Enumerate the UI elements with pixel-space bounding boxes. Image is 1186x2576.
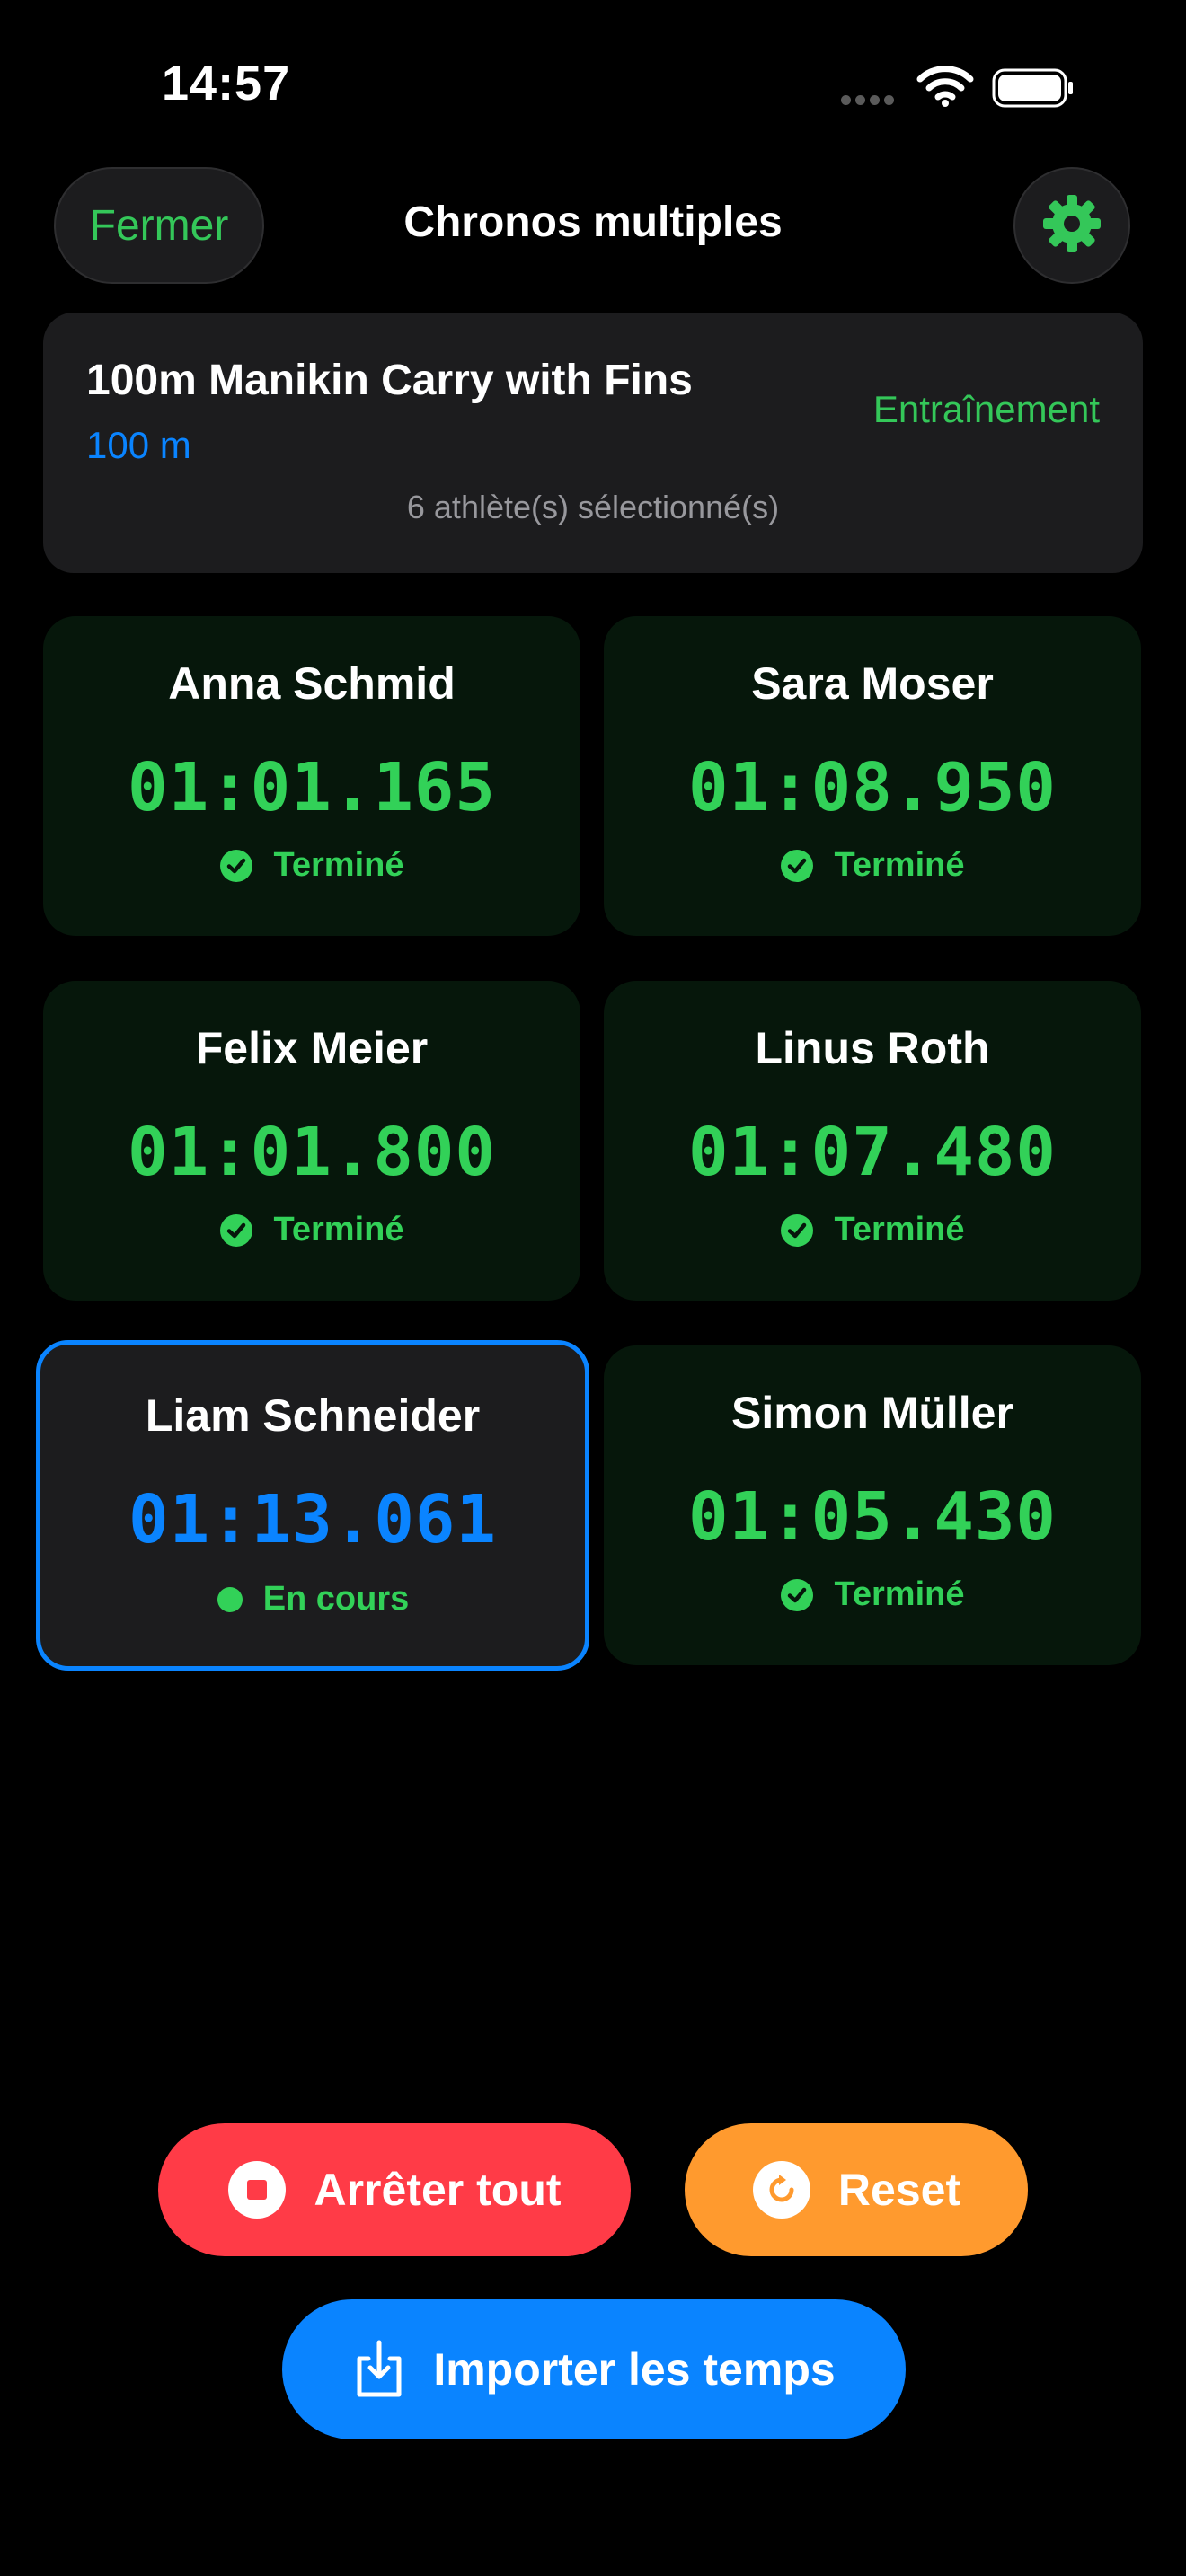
stop-icon [227, 2160, 287, 2219]
cellular-signal-icon [841, 93, 900, 105]
athlete-card-anna-schmid[interactable]: Anna Schmid 01:01.165 Terminé [43, 616, 580, 936]
selected-athletes-count: 6 athlète(s) sélectionné(s) [406, 489, 780, 525]
settings-button[interactable] [1013, 167, 1130, 284]
status-badge: Terminé [43, 846, 580, 885]
status-label: Terminé [273, 846, 404, 884]
status-badge: Terminé [604, 1575, 1141, 1614]
athlete-name: Linus Roth [755, 1023, 990, 1073]
event-mode[interactable]: Entraînement [873, 388, 1100, 431]
checkmark-circle-icon [219, 1213, 253, 1248]
status-label: Terminé [834, 1575, 965, 1613]
athlete-name: Felix Meier [195, 1023, 429, 1073]
event-name: 100m Manikin Carry with Fins [86, 357, 693, 404]
athlete-time: 01:07.480 [688, 1114, 1057, 1191]
athlete-name: Simon Müller [731, 1388, 1013, 1438]
page-title: Chronos multiples [403, 198, 783, 246]
athlete-name: Sara Moser [751, 658, 994, 709]
import-times-label: Importer les temps [433, 2344, 836, 2395]
status-badge: Terminé [604, 846, 1141, 885]
checkmark-circle-icon [780, 849, 814, 883]
event-distance: 100 m [86, 424, 191, 466]
athlete-time: 01:01.165 [128, 749, 496, 826]
status-badge: Terminé [604, 1211, 1141, 1249]
athlete-time: 01:01.800 [128, 1114, 496, 1191]
athlete-card-sara-moser[interactable]: Sara Moser 01:08.950 Terminé [604, 616, 1141, 936]
checkmark-circle-icon [219, 849, 253, 883]
running-dot-icon [217, 1586, 243, 1613]
athlete-time: 01:13.061 [128, 1481, 497, 1558]
status-label: Terminé [273, 1211, 404, 1248]
status-label: Terminé [834, 1211, 965, 1248]
wifi-icon [916, 63, 974, 108]
reset-icon [752, 2160, 811, 2219]
stop-all-label: Arrêter tout [314, 2165, 562, 2215]
status-label: Terminé [834, 846, 965, 884]
athlete-time: 01:05.430 [688, 1478, 1057, 1556]
athlete-card-simon-muller[interactable]: Simon Müller 01:05.430 Terminé [604, 1345, 1141, 1665]
import-times-button[interactable]: Importer les temps [282, 2299, 906, 2439]
status-badge: En cours [40, 1580, 585, 1619]
athlete-card-linus-roth[interactable]: Linus Roth 01:07.480 Terminé [604, 981, 1141, 1301]
athlete-name: Anna Schmid [168, 658, 456, 709]
status-time: 14:57 [162, 57, 291, 110]
athlete-card-felix-meier[interactable]: Felix Meier 01:01.800 Terminé [43, 981, 580, 1301]
athlete-card-liam-schneider[interactable]: Liam Schneider 01:13.061 En cours [36, 1340, 589, 1671]
athlete-name: Liam Schneider [145, 1390, 481, 1441]
status-label: En cours [262, 1580, 410, 1618]
status-badge: Terminé [43, 1211, 580, 1249]
event-card: 100m Manikin Carry with Fins 100 m Entra… [43, 313, 1143, 573]
download-tray-icon [352, 2339, 406, 2400]
reset-label: Reset [837, 2165, 961, 2215]
gear-icon [1040, 191, 1104, 260]
checkmark-circle-icon [780, 1578, 814, 1612]
reset-button[interactable]: Reset [685, 2123, 1028, 2256]
athlete-time: 01:08.950 [688, 749, 1057, 826]
stop-all-button[interactable]: Arrêter tout [158, 2123, 631, 2256]
checkmark-circle-icon [780, 1213, 814, 1248]
close-button[interactable]: Fermer [54, 167, 264, 284]
battery-icon [992, 68, 1075, 108]
